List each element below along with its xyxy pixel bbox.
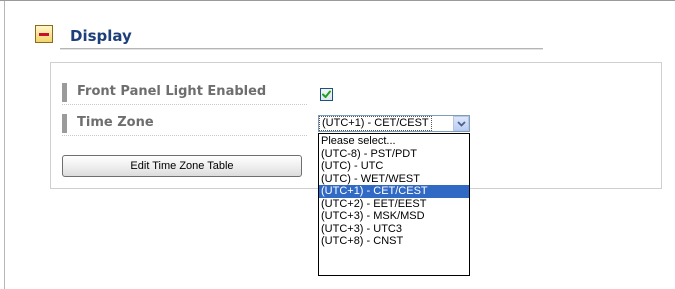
time-zone-option[interactable]: Please select... xyxy=(319,135,469,148)
checkmark-icon xyxy=(322,90,331,98)
minus-icon xyxy=(39,32,49,36)
time-zone-option-highlighted[interactable]: (UTC+1) - CET/CEST xyxy=(319,185,469,198)
top-divider xyxy=(0,0,675,1)
row-divider-time-zone xyxy=(62,135,307,136)
edit-time-zone-table-button[interactable]: Edit Time Zone Table xyxy=(62,155,302,177)
time-zone-option[interactable]: (UTC+3) - MSK/MSD xyxy=(319,210,469,223)
time-zone-selected-value: (UTC+1) - CET/CEST xyxy=(319,116,432,131)
time-zone-option[interactable]: (UTC+8) - CNST xyxy=(319,235,469,248)
display-settings-page: Display Front Panel Light Enabled Time Z… xyxy=(0,0,675,289)
section-title: Display xyxy=(70,27,132,45)
row-divider-front-panel-light xyxy=(62,104,307,105)
time-zone-option[interactable]: (UTC-8) - PST/PDT xyxy=(319,148,469,161)
row-marker-front-panel-light xyxy=(62,83,67,102)
time-zone-select[interactable]: (UTC+1) - CET/CEST xyxy=(318,115,470,132)
time-zone-option[interactable]: (UTC+3) - UTC3 xyxy=(319,223,469,236)
time-zone-option[interactable]: (UTC) - WET/WEST xyxy=(319,173,469,186)
left-divider xyxy=(4,1,5,289)
time-zone-label: Time Zone xyxy=(77,115,154,130)
time-zone-option[interactable]: (UTC) - UTC xyxy=(319,160,469,173)
front-panel-light-label: Front Panel Light Enabled xyxy=(77,84,267,99)
dropdown-arrow-button[interactable] xyxy=(453,116,469,131)
time-zone-option[interactable]: (UTC+2) - EET/EEST xyxy=(319,198,469,211)
section-title-underline-shadow xyxy=(60,49,543,50)
collapse-section-button[interactable] xyxy=(35,25,53,43)
time-zone-dropdown-list[interactable]: Please select... (UTC-8) - PST/PDT (UTC)… xyxy=(318,133,470,276)
front-panel-light-checkbox[interactable] xyxy=(320,88,333,101)
chevron-down-icon xyxy=(456,120,466,127)
row-marker-time-zone xyxy=(62,114,67,133)
